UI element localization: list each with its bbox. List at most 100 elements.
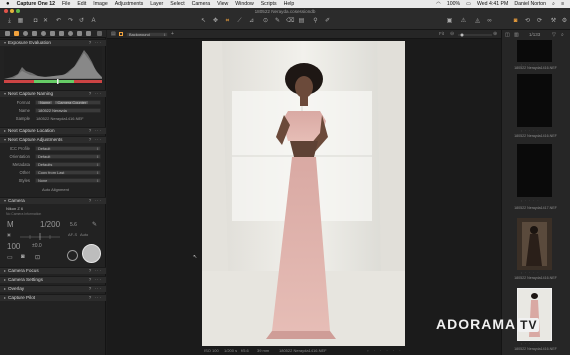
exposure-warning-icon[interactable]: ⚠	[460, 18, 467, 25]
tab-more-icon[interactable]	[97, 31, 102, 36]
section-actions-icon[interactable]: ? ···	[89, 137, 102, 143]
gradient-tool-icon[interactable]: ▤	[298, 18, 305, 25]
wifi-icon[interactable]: ◠	[436, 1, 441, 7]
thumbnail-rating[interactable]: ▫ · · · ·	[521, 129, 540, 133]
zoom-out-icon[interactable]: ⊖	[450, 31, 454, 37]
main-photo[interactable]	[202, 41, 405, 346]
grid-view-icon[interactable]: ▣	[446, 18, 453, 25]
apple-menu-icon[interactable]: ●	[6, 1, 10, 7]
menu-help[interactable]: Help	[284, 1, 295, 7]
section-actions-icon[interactable]: ? ···	[89, 40, 102, 46]
menu-camera[interactable]: Camera	[192, 1, 210, 7]
focus-icon[interactable]: ⊡	[35, 254, 40, 261]
settings-icon[interactable]: ⚙	[561, 18, 568, 25]
browser-filter-icon[interactable]: ▽	[552, 32, 556, 38]
clock[interactable]: Wed 4:41 PM	[477, 1, 508, 7]
sidebar-toggle-icon[interactable]: ▤	[111, 31, 116, 37]
rating-stars[interactable]: ▫ · · · · ·	[367, 348, 403, 353]
tab-exposure-icon[interactable]	[41, 31, 46, 36]
erase-tool-icon[interactable]: ⌫	[286, 18, 294, 25]
orientation-select[interactable]: Default ⇕	[35, 154, 101, 159]
menu-image[interactable]: Image	[93, 1, 107, 7]
menu-view[interactable]: View	[217, 1, 228, 7]
rotate-right-icon[interactable]: ⟳	[536, 18, 543, 25]
tab-details-icon[interactable]	[50, 31, 55, 36]
battery-icon[interactable]: ▭	[466, 1, 471, 7]
tab-library-icon[interactable]	[5, 31, 10, 36]
window-close-icon[interactable]	[4, 9, 8, 13]
section-camera-focus[interactable]: ▸ Camera Focus? ···	[0, 267, 106, 274]
section-actions-icon[interactable]: ? ···	[89, 268, 102, 274]
section-actions-icon[interactable]: ? ···	[89, 277, 102, 283]
reset-icon[interactable]: ↺	[78, 18, 85, 25]
delete-icon[interactable]: ✕	[42, 18, 49, 25]
library-icon[interactable]: ▦	[17, 18, 24, 25]
focus-mask-icon[interactable]: ◬	[474, 18, 481, 25]
menu-edit[interactable]: Edit	[77, 1, 86, 7]
menu-list-icon[interactable]: ≡	[561, 1, 564, 7]
picker-tool-icon[interactable]: ⚲	[312, 18, 319, 25]
search-icon[interactable]: ⌕	[552, 1, 555, 8]
section-camera[interactable]: ▾ Camera? ···	[0, 197, 106, 204]
tab-color-icon[interactable]	[32, 31, 37, 36]
straighten-tool-icon[interactable]: ⟋	[236, 18, 243, 25]
section-actions-icon[interactable]: ? ···	[89, 295, 102, 301]
thumbnail-rating[interactable]: ▫ · · · ·	[521, 199, 540, 203]
tab-metadata-icon[interactable]	[68, 31, 73, 36]
menu-layer[interactable]: Layer	[150, 1, 163, 7]
styles-select[interactable]: None ⇕	[35, 178, 101, 183]
menu-adjustments[interactable]: Adjustments	[115, 1, 144, 7]
exposure-scale[interactable]	[20, 232, 60, 240]
name-field[interactable]: 180522 Nerayda	[35, 108, 101, 113]
tab-batch-icon[interactable]	[86, 31, 91, 36]
section-next-capture-adjustments[interactable]: ▾ Next Capture Adjustments? ···	[0, 136, 106, 143]
wb-value[interactable]: Auto	[80, 232, 88, 237]
thumbnail[interactable]	[517, 144, 552, 197]
camera-mode[interactable]: M	[7, 220, 14, 229]
format-token-counter[interactable]: Camera Counter	[55, 101, 89, 104]
menu-scripts[interactable]: Scripts	[261, 1, 277, 7]
section-exposure-evaluation[interactable]: ▾ Exposure Evaluation? ···	[0, 39, 106, 46]
brush-tool-icon[interactable]: ✎	[274, 18, 281, 25]
section-next-capture-naming[interactable]: ▾ Next Capture Naming? ···	[0, 90, 106, 97]
browser-view-icon[interactable]: ◫	[505, 32, 510, 38]
shutter-value[interactable]: 1/200	[40, 220, 60, 229]
auto-alignment-checkbox[interactable]: Auto Alignment	[42, 187, 69, 192]
pan-tool-icon[interactable]: ✥	[212, 18, 219, 25]
rotate-left-icon[interactable]: ⟲	[524, 18, 531, 25]
tab-capture-icon[interactable]	[14, 31, 19, 36]
menu-select[interactable]: Select	[170, 1, 184, 7]
live-view-icon[interactable]: ▭	[7, 254, 13, 261]
glasses-icon[interactable]: ∞	[486, 18, 493, 25]
tab-output-icon[interactable]	[77, 31, 82, 36]
iso-value[interactable]: 100	[7, 242, 20, 251]
ev-value[interactable]: ±0.0	[32, 243, 42, 249]
section-actions-icon[interactable]: ? ···	[89, 286, 102, 292]
keystone-tool-icon[interactable]: ⊿	[248, 18, 255, 25]
menu-window[interactable]: Window	[235, 1, 253, 7]
exposure-mode-icon[interactable]: ▣	[7, 232, 11, 237]
browser-layout-icon[interactable]: ▥	[514, 32, 519, 38]
redo-icon[interactable]: ↷	[67, 18, 74, 25]
section-camera-settings[interactable]: ▸ Camera Settings? ···	[0, 276, 106, 283]
adjust-tool-icon[interactable]: ⚒	[550, 18, 557, 25]
section-actions-icon[interactable]: ? ···	[89, 128, 102, 134]
metadata-select[interactable]: Defaults ⇕	[35, 162, 101, 167]
menu-file[interactable]: File	[62, 1, 70, 7]
app-menu[interactable]: Capture One 12	[17, 1, 55, 7]
thumbnail-rating[interactable]: ▫ · · · ·	[521, 271, 540, 275]
format-token-name[interactable]: Name	[38, 101, 53, 104]
camera-model[interactable]: Nikon Z 6	[6, 206, 23, 211]
browser-search-icon[interactable]: ⌕	[561, 32, 564, 38]
section-capture-pilot[interactable]: ▸ Capture Pilot? ···	[0, 294, 106, 301]
format-field[interactable]: Name Camera Counter	[35, 100, 101, 105]
thumbnail[interactable]	[517, 218, 552, 270]
user-name[interactable]: Daniel Norton	[514, 1, 546, 7]
crop-tool-icon[interactable]: ⌗	[224, 18, 231, 25]
cursor-tool-icon[interactable]: ↖	[200, 18, 207, 25]
import-icon[interactable]: ⤓	[6, 18, 13, 25]
add-layer-icon[interactable]: +	[171, 31, 174, 37]
section-actions-icon[interactable]: ? ···	[89, 198, 102, 204]
camera-icon[interactable]: ◘	[32, 18, 39, 25]
fit-zoom-label[interactable]: Fit	[439, 31, 444, 36]
